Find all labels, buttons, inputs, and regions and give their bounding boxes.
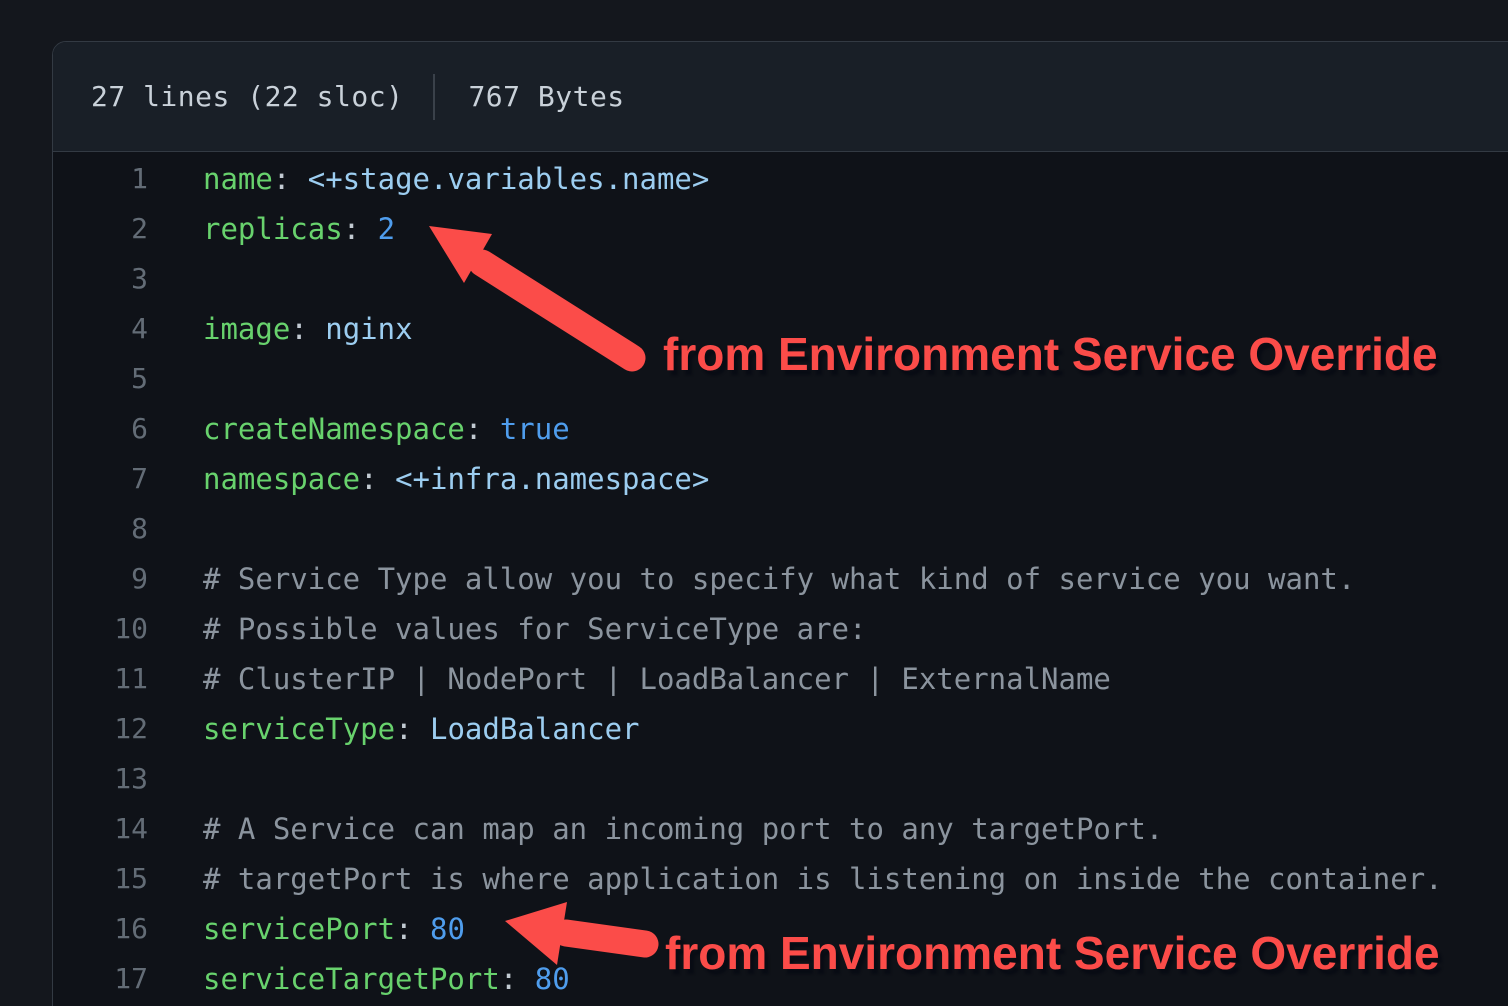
token-key: replicas <box>203 212 343 246</box>
token-const: 2 <box>378 212 395 246</box>
code-line: 2replicas: 2 <box>53 204 1508 254</box>
code-text: # ClusterIP | NodePort | LoadBalancer | … <box>203 654 1111 704</box>
line-number[interactable]: 4 <box>53 304 148 354</box>
code-viewer: 1name: <+stage.variables.name>2replicas:… <box>53 152 1508 1006</box>
line-number[interactable]: 6 <box>53 404 148 454</box>
line-number[interactable]: 13 <box>53 754 148 804</box>
code-text: name: <+stage.variables.name> <box>203 154 709 204</box>
token-const: 80 <box>430 912 465 946</box>
token-punc: : <box>360 462 395 496</box>
token-str: <+infra.namespace> <box>395 462 709 496</box>
token-comment: # targetPort is where application is lis… <box>203 862 1443 896</box>
code-line: 3 <box>53 254 1508 304</box>
token-key: namespace <box>203 462 360 496</box>
token-key: createNamespace <box>203 412 465 446</box>
token-comment: # A Service can map an incoming port to … <box>203 812 1163 846</box>
line-number[interactable]: 9 <box>53 554 148 604</box>
line-number[interactable]: 11 <box>53 654 148 704</box>
code-line: 5 <box>53 354 1508 404</box>
token-punc: : <box>273 162 308 196</box>
token-const: 80 <box>535 962 570 996</box>
token-comment: # Service Type allow you to specify what… <box>203 562 1355 596</box>
code-line: 4 image: nginx <box>53 304 1508 354</box>
code-text: servicePort: 80 <box>203 904 465 954</box>
code-text: replicas: 2 <box>203 204 395 254</box>
code-text: # targetPort is where application is lis… <box>203 854 1443 904</box>
token-str: nginx <box>325 312 412 346</box>
line-number[interactable]: 10 <box>53 604 148 654</box>
code-text: # Service Type allow you to specify what… <box>203 554 1355 604</box>
token-punc: : <box>500 962 535 996</box>
code-line: 6 createNamespace: true <box>53 404 1508 454</box>
line-number[interactable]: 14 <box>53 804 148 854</box>
line-number[interactable]: 16 <box>53 904 148 954</box>
code-text: # A Service can map an incoming port to … <box>203 804 1163 854</box>
code-line: 9 # Service Type allow you to specify wha… <box>53 554 1508 604</box>
code-line: 8 <box>53 504 1508 554</box>
header-divider <box>433 74 435 120</box>
code-text: namespace: <+infra.namespace> <box>203 454 709 504</box>
line-number[interactable]: 1 <box>53 154 148 204</box>
code-text: # Possible values for ServiceType are: <box>203 604 866 654</box>
code-text: serviceType: LoadBalancer <box>203 704 640 754</box>
code-line: 13 <box>53 754 1508 804</box>
code-line: 10 # Possible values for ServiceType are: <box>53 604 1508 654</box>
code-text: createNamespace: true <box>203 404 570 454</box>
token-punc: : <box>465 412 500 446</box>
file-card: 27 lines (22 sloc) 767 Bytes 1 name: <+st… <box>52 41 1508 1006</box>
file-size: 767 Bytes <box>468 80 624 113</box>
code-line: 15 # targetPort is where application is l… <box>53 854 1508 904</box>
token-comment: # ClusterIP | NodePort | LoadBalancer | … <box>203 662 1111 696</box>
token-key: servicePort <box>203 912 395 946</box>
code-text: serviceTargetPort: 80 <box>203 954 570 1004</box>
token-const: true <box>500 412 570 446</box>
code-line: 7 namespace: <+infra.namespace> <box>53 454 1508 504</box>
token-key: serviceType <box>203 712 395 746</box>
line-number[interactable]: 3 <box>53 254 148 304</box>
token-key: serviceTargetPort <box>203 962 500 996</box>
code-line: 12 serviceType: LoadBalancer <box>53 704 1508 754</box>
token-punc: : <box>343 212 378 246</box>
token-key: name <box>203 162 273 196</box>
code-lines: 1name: <+stage.variables.name>2replicas:… <box>53 154 1508 1004</box>
line-number[interactable]: 17 <box>53 954 148 1004</box>
line-number[interactable]: 15 <box>53 854 148 904</box>
token-key: image <box>203 312 290 346</box>
file-header: 27 lines (22 sloc) 767 Bytes <box>53 42 1508 152</box>
line-number[interactable]: 5 <box>53 354 148 404</box>
token-punc: : <box>395 712 430 746</box>
code-line: 1 name: <+stage.variables.name> <box>53 154 1508 204</box>
code-line: 16 servicePort: 80 <box>53 904 1508 954</box>
code-line: 11 # ClusterIP | NodePort | LoadBalancer … <box>53 654 1508 704</box>
token-punc: : <box>290 312 325 346</box>
code-line: 17 serviceTargetPort: 80 <box>53 954 1508 1004</box>
line-number[interactable]: 7 <box>53 454 148 504</box>
token-str: <+stage.variables.name> <box>308 162 710 196</box>
file-lines-info: 27 lines (22 sloc) <box>91 80 403 113</box>
token-punc: : <box>395 912 430 946</box>
line-number[interactable]: 8 <box>53 504 148 554</box>
token-str: LoadBalancer <box>430 712 640 746</box>
code-line: 14 # A Service can map an incoming port t… <box>53 804 1508 854</box>
line-number[interactable]: 2 <box>53 204 148 254</box>
line-number[interactable]: 12 <box>53 704 148 754</box>
token-comment: # Possible values for ServiceType are: <box>203 612 866 646</box>
code-text: image: nginx <box>203 304 413 354</box>
